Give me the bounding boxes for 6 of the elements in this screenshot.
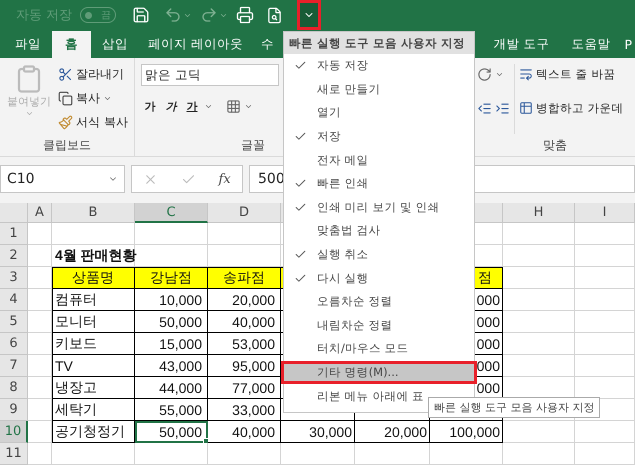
group-label: 글꼴 xyxy=(241,136,265,154)
group-label: 맞춤 xyxy=(543,136,567,154)
tooltip: 빠른 실행 도구 모음 사용자 지정 xyxy=(428,397,600,418)
autosave-label: 자동 저장 xyxy=(16,7,72,24)
menu-title: 빠른 실행 도구 모음 사용자 지정 xyxy=(284,32,474,54)
group-label: 클립보드 xyxy=(43,136,91,154)
